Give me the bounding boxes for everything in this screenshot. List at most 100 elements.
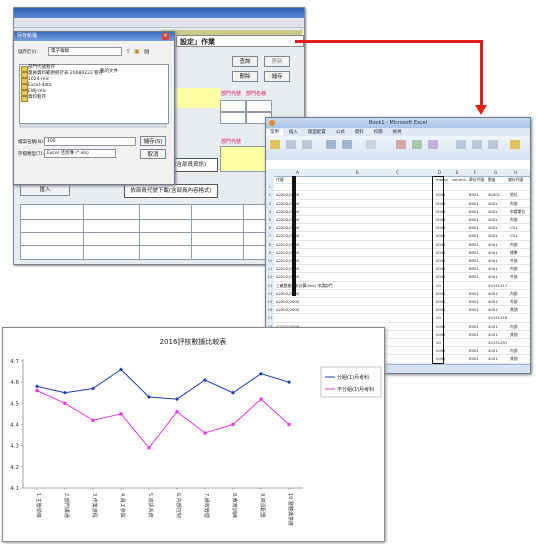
- cell[interactable]: B001: [469, 241, 479, 248]
- cell[interactable]: 4001: [488, 216, 498, 223]
- column-header[interactable]: H: [514, 169, 517, 176]
- table-row[interactable]: 10 A2202/2000 0001 B001 4001 外部: [266, 257, 530, 266]
- table-row[interactable]: 17 10 20131216: [266, 314, 530, 323]
- cell[interactable]: B001: [469, 224, 479, 231]
- row-number[interactable]: 15: [266, 298, 274, 306]
- row-number[interactable]: 8: [266, 240, 274, 248]
- cell[interactable]: C01: [510, 224, 517, 231]
- cell[interactable]: 其他: [510, 355, 518, 362]
- table-row[interactable]: 7 A2202/2000 0001 B001 4001 C01: [266, 232, 530, 241]
- cell[interactable]: B001: [469, 265, 479, 272]
- cell[interactable]: B001: [469, 249, 479, 256]
- row-number[interactable]: 3: [266, 199, 274, 207]
- table-format-icon[interactable]: [412, 140, 422, 149]
- cell[interactable]: A2202/2000: [276, 298, 299, 305]
- cell[interactable]: B001: [469, 323, 479, 330]
- cell[interactable]: 內部: [510, 323, 518, 330]
- column-header[interactable]: C: [396, 169, 399, 176]
- import-button[interactable]: 匯入: [20, 184, 70, 196]
- cell[interactable]: 4001: [488, 257, 498, 264]
- horizontal-scrollbar[interactable]: [19, 124, 167, 128]
- cell[interactable]: 4001: [488, 290, 498, 297]
- cell[interactable]: 4001: [488, 232, 498, 239]
- align-icon[interactable]: [326, 140, 336, 149]
- row-number[interactable]: 6: [266, 224, 274, 232]
- cell[interactable]: 20131217: [488, 282, 507, 289]
- cell[interactable]: 4001: [488, 323, 498, 330]
- table-row[interactable]: 11 A2202/2000 0001 B001 4001 內部: [266, 265, 530, 274]
- close-icon[interactable]: ✕: [162, 33, 169, 40]
- cell[interactable]: 4001: [488, 331, 498, 338]
- cell[interactable]: B001: [469, 257, 479, 264]
- cell[interactable]: B001: [469, 331, 479, 338]
- cell[interactable]: B001: [469, 290, 479, 297]
- save-in-select[interactable]: 電子報稿: [48, 47, 122, 56]
- cell[interactable]: 內部: [510, 347, 518, 354]
- row-number[interactable]: 17: [266, 314, 274, 322]
- table-row[interactable]: 2 A2202/2000 0001 B001 40001 地址: [266, 191, 530, 200]
- filetype-select[interactable]: Excel 活頁簿 (*.xls): [44, 149, 116, 158]
- cell[interactable]: 申請單位: [510, 208, 525, 215]
- cell[interactable]: 4001: [488, 224, 498, 231]
- cell[interactable]: 內部: [510, 290, 518, 297]
- conditional-format-icon[interactable]: [396, 140, 406, 149]
- cell[interactable]: B001: [469, 298, 479, 305]
- bold-icon[interactable]: [302, 140, 312, 149]
- save-button[interactable]: 儲存: [264, 71, 290, 82]
- folder-up-icon[interactable]: ⇧: [126, 48, 131, 55]
- cell[interactable]: B001: [469, 191, 479, 198]
- row-number[interactable]: 2: [266, 191, 274, 199]
- cell[interactable]: B001: [469, 200, 479, 207]
- cell-style-icon[interactable]: [428, 140, 438, 149]
- table-row[interactable]: 9 A2202/2000 0001 B001 4001 標準: [266, 248, 530, 257]
- column-header[interactable]: F: [474, 169, 476, 176]
- cell[interactable]: 外部: [510, 273, 518, 280]
- cell[interactable]: 4001: [488, 298, 498, 305]
- table-row[interactable]: 3 A2202/2000 0001 B001 4001 內部: [266, 199, 530, 208]
- delete-button[interactable]: 刪除: [232, 71, 258, 82]
- table-row[interactable]: 4 A2202/2000 0001 B001 4001 申請單位: [266, 207, 530, 216]
- row-number[interactable]: 5: [266, 216, 274, 224]
- cell[interactable]: 代號: [276, 176, 284, 183]
- cell[interactable]: B001: [469, 208, 479, 215]
- cell[interactable]: 20131201: [488, 339, 507, 346]
- row-number[interactable]: 10: [266, 257, 274, 265]
- table-row[interactable]: 6 A2202/2000 0001 B001 4001 C01: [266, 224, 530, 233]
- cell[interactable]: 外部: [510, 257, 518, 264]
- row-number[interactable]: 4: [266, 207, 274, 215]
- grid-cell[interactable]: [220, 112, 246, 124]
- table-row[interactable]: 14 A2202/2000 0001 B001 4001 內部: [266, 289, 530, 298]
- table-row[interactable]: 5 A2202/2000 0001 B001 4001 內部: [266, 216, 530, 225]
- cell[interactable]: B001: [469, 347, 479, 354]
- row-number[interactable]: 12: [266, 273, 274, 281]
- row-number[interactable]: 11: [266, 265, 274, 273]
- office-button-icon[interactable]: [269, 120, 275, 126]
- change-button[interactable]: 更新: [264, 56, 290, 67]
- cell[interactable]: 內部: [510, 241, 518, 248]
- cell[interactable]: 4001: [488, 347, 498, 354]
- table-row[interactable]: 15 A2202/2000 0001 B001 4001 外部: [266, 298, 530, 307]
- column-header[interactable]: D: [438, 169, 441, 176]
- insert-cell-icon[interactable]: [456, 140, 466, 149]
- cell[interactable]: B001: [469, 216, 479, 223]
- query-button[interactable]: 查詢: [232, 56, 258, 67]
- row-number[interactable]: 14: [266, 289, 274, 297]
- cell[interactable]: B001: [469, 306, 479, 313]
- row-number[interactable]: 7: [266, 232, 274, 240]
- grid-cell[interactable]: [246, 100, 272, 112]
- delete-cell-icon[interactable]: [472, 140, 482, 149]
- view-menu-icon[interactable]: ▤: [144, 48, 150, 55]
- cell[interactable]: 三義數據分析計算(line) 申請部門: [276, 282, 333, 289]
- cell[interactable]: 數量: [488, 176, 496, 183]
- column-header[interactable]: E: [456, 169, 459, 176]
- table-row[interactable]: 13 三義數據分析計算(line) 申請部門 10 20131217: [266, 281, 530, 290]
- cell[interactable]: 20131216: [488, 314, 507, 321]
- list-item[interactable]: 資料暫存: [20, 95, 168, 102]
- cell[interactable]: B001: [469, 273, 479, 280]
- cell[interactable]: 40001: [488, 191, 500, 198]
- format-cell-icon[interactable]: [488, 140, 498, 149]
- cell[interactable]: 4001: [488, 306, 498, 313]
- cell[interactable]: 內部: [510, 200, 518, 207]
- wrap-icon[interactable]: [342, 140, 352, 149]
- row-number[interactable]: 16: [266, 306, 274, 314]
